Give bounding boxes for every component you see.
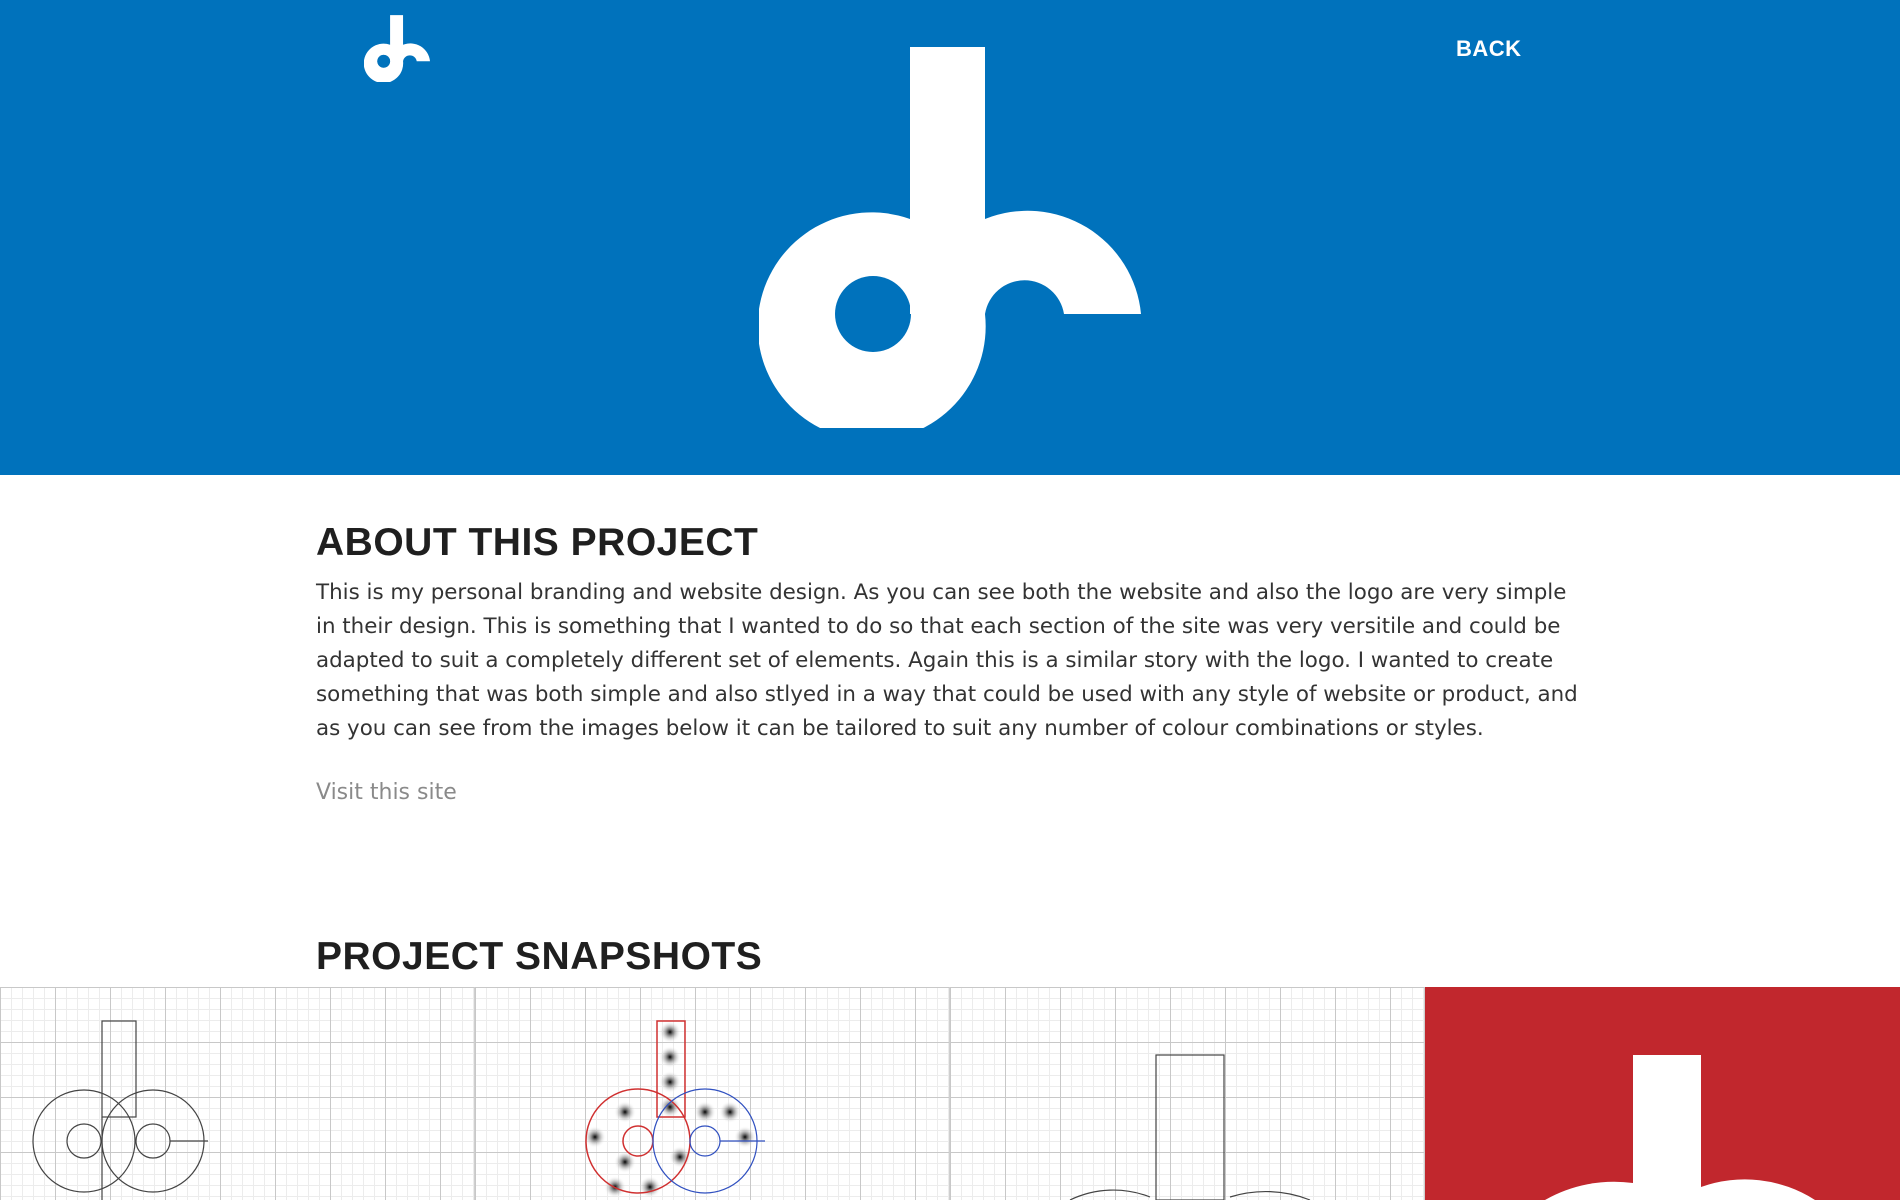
visit-site-link[interactable]: Visit this site xyxy=(316,780,457,805)
halftone-sketch xyxy=(584,1020,765,1198)
snapshot-gallery xyxy=(0,987,1900,1200)
about-body: This is my personal branding and website… xyxy=(316,580,1578,741)
about-section: ABOUT THIS PROJECT This is my personal b… xyxy=(316,520,1586,805)
red-logo-crop xyxy=(1545,1055,1815,1200)
snapshot-construction-lines[interactable] xyxy=(0,987,475,1200)
about-title: ABOUT THIS PROJECT xyxy=(316,521,759,564)
snapshot-halftone[interactable] xyxy=(475,987,950,1200)
snapshot-red-logo[interactable] xyxy=(1425,987,1900,1200)
back-link[interactable]: BACK xyxy=(1456,36,1522,62)
hero-logo xyxy=(759,47,1141,428)
construction-sketch xyxy=(32,1020,208,1200)
snapshots-title: PROJECT SNAPSHOTS xyxy=(316,935,763,978)
dh-monogram-icon[interactable] xyxy=(364,14,430,82)
hero-banner: BACK xyxy=(0,0,1900,475)
snapshot-outline[interactable] xyxy=(950,987,1425,1200)
outline-sketch xyxy=(1069,1054,1311,1200)
